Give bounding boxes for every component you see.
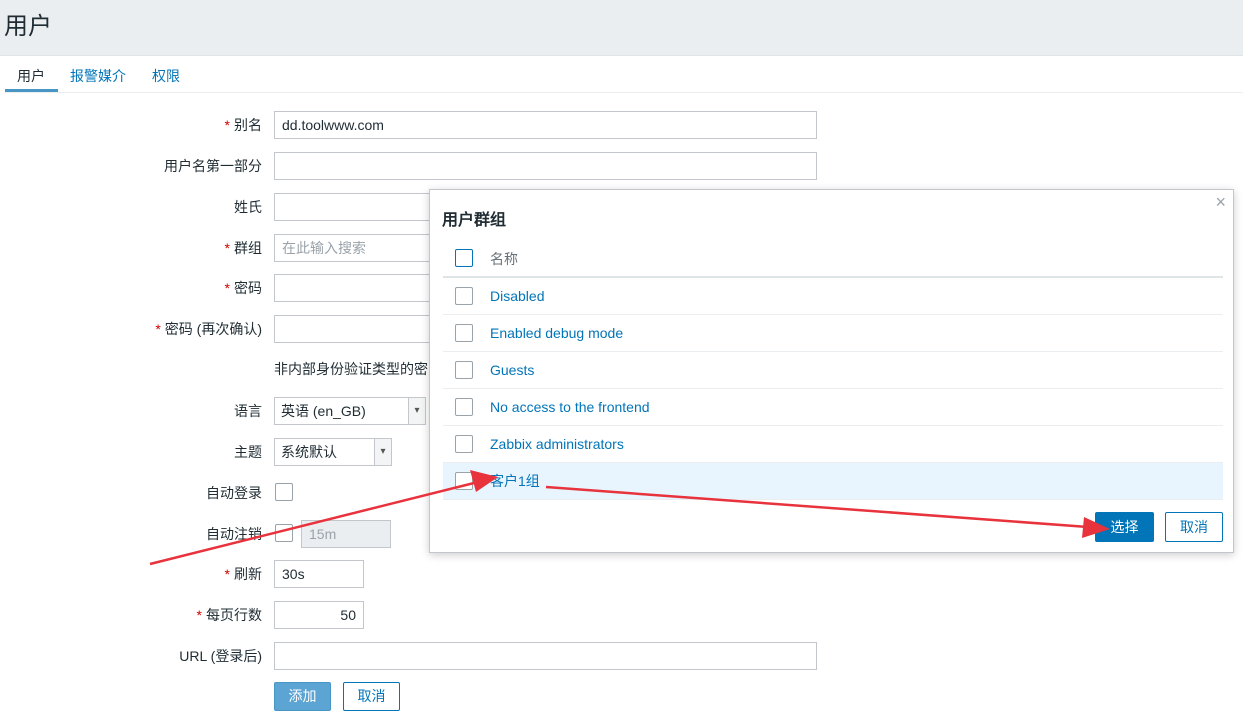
chevron-down-icon: ▾ (374, 439, 391, 465)
tab-media[interactable]: 报警媒介 (70, 66, 126, 86)
group-link[interactable]: Disabled (490, 278, 544, 315)
chevron-down-icon: ▾ (408, 398, 425, 424)
password-note: 非内部身份验证类型的密 (274, 361, 428, 377)
table-row: Guests (443, 352, 1223, 389)
alias-label: * 别名 (224, 117, 262, 133)
theme-value: 系统默认 (281, 444, 337, 460)
surname-label: 姓氏 (234, 199, 262, 215)
row-checkbox[interactable] (455, 287, 473, 305)
group-link[interactable]: Guests (490, 352, 534, 389)
group-link[interactable]: No access to the frontend (490, 389, 650, 426)
rows-per-page-input[interactable]: 50 (274, 601, 364, 629)
tab-bar: 用户 报警媒介 权限 (5, 56, 1243, 93)
table-row: Disabled (443, 278, 1223, 315)
add-button[interactable]: 添加 (274, 682, 331, 711)
user-groups-modal: 用户群组 × 名称 Disabled Enabled debug mode Gu… (429, 189, 1234, 553)
modal-title: 用户群组 (442, 212, 507, 229)
modal-cancel-button[interactable]: 取消 (1165, 512, 1223, 542)
name-label: 用户名第一部分 (164, 158, 262, 174)
table-row: Zabbix administrators (443, 426, 1223, 463)
select-button[interactable]: 选择 (1095, 512, 1154, 542)
language-label: 语言 (234, 403, 262, 419)
autologin-label: 自动登录 (206, 485, 262, 501)
cancel-button[interactable]: 取消 (343, 682, 400, 711)
close-icon[interactable]: × (1215, 192, 1226, 213)
row-checkbox[interactable] (455, 472, 473, 490)
autologout-label: 自动注销 (206, 526, 262, 542)
password-confirm-label: * 密码 (再次确认) (155, 321, 262, 337)
select-all-checkbox[interactable] (455, 249, 473, 267)
row-checkbox[interactable] (455, 361, 473, 379)
theme-select[interactable]: 系统默认 ▾ (274, 438, 392, 466)
group-link[interactable]: 客户1组 (490, 463, 540, 500)
rows-per-page-label: * 每页行数 (196, 607, 262, 623)
table-row: 客户1组 (443, 463, 1223, 500)
theme-label: 主题 (234, 444, 262, 460)
row-checkbox[interactable] (455, 435, 473, 453)
autologout-checkbox[interactable] (275, 524, 293, 542)
table-header: 名称 (443, 244, 1223, 278)
language-select[interactable]: 英语 (en_GB) ▾ (274, 397, 426, 425)
autologout-input: 15m (301, 520, 391, 548)
page-title: 用户 (4, 13, 52, 40)
group-link[interactable]: Zabbix administrators (490, 426, 624, 463)
table-row: No access to the frontend (443, 389, 1223, 426)
group-link[interactable]: Enabled debug mode (490, 315, 623, 352)
row-checkbox[interactable] (455, 324, 473, 342)
password-label: * 密码 (224, 280, 262, 296)
table-row: Enabled debug mode (443, 315, 1223, 352)
row-checkbox[interactable] (455, 398, 473, 416)
url-label: URL (登录后) (179, 648, 262, 664)
column-name-header: 名称 (490, 251, 518, 267)
active-tab-indicator (5, 89, 58, 92)
refresh-label: * 刷新 (224, 566, 262, 582)
url-input[interactable] (274, 642, 817, 670)
groups-label: * 群组 (224, 240, 262, 256)
language-value: 英语 (en_GB) (281, 403, 366, 419)
tab-permissions[interactable]: 权限 (152, 66, 180, 86)
name-input[interactable] (274, 152, 817, 180)
refresh-input[interactable]: 30s (274, 560, 364, 588)
tab-user[interactable]: 用户 (17, 66, 45, 86)
autologin-checkbox[interactable] (275, 483, 293, 501)
alias-input[interactable]: dd.toolwww.com (274, 111, 817, 139)
